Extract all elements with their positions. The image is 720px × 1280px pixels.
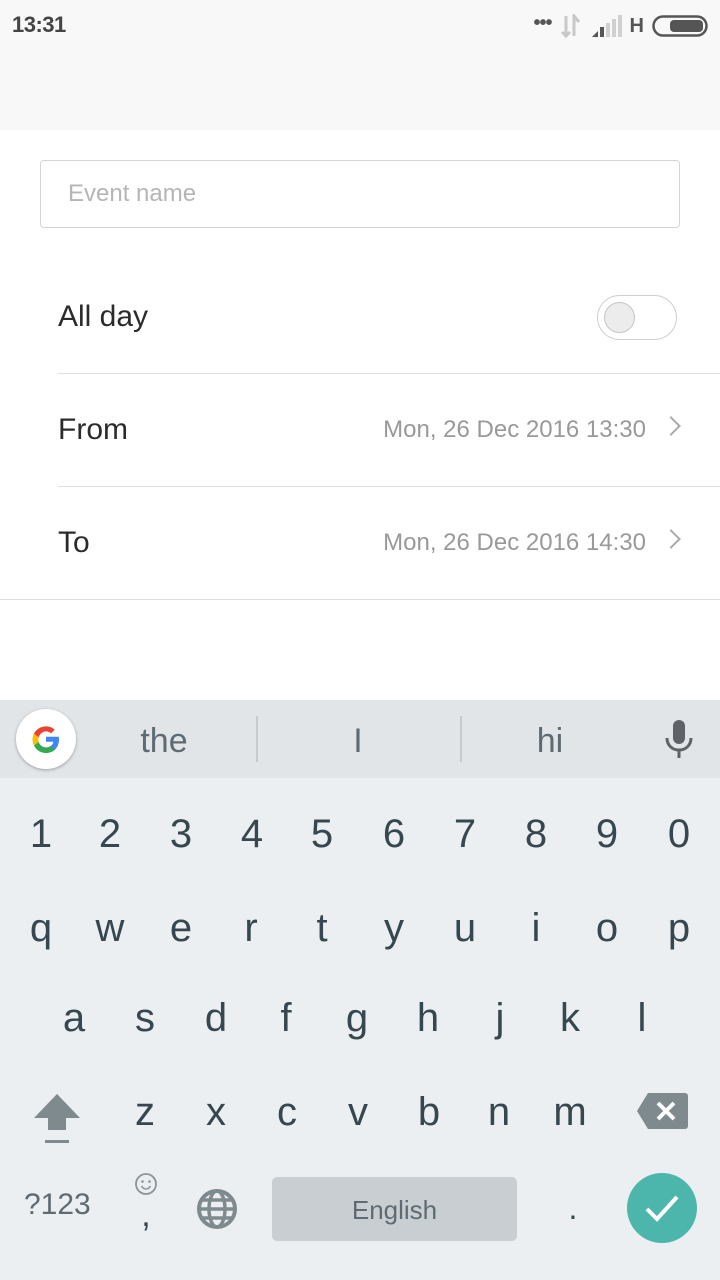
suggestion-bar: the I hi [0, 700, 720, 778]
from-datetime: Mon, 26 Dec 2016 13:30 [383, 416, 646, 443]
from-row[interactable]: From Mon, 26 Dec 2016 13:30 [58, 373, 720, 487]
google-button[interactable] [16, 709, 76, 769]
event-name-input[interactable] [40, 160, 680, 228]
number-key-9[interactable]: 9 [577, 812, 637, 857]
letter-key-m[interactable]: m [540, 1090, 600, 1135]
number-key-1[interactable]: 1 [11, 812, 71, 857]
all-day-toggle[interactable] [597, 295, 677, 340]
letter-key-k[interactable]: k [540, 996, 600, 1041]
checkmark-icon [645, 1195, 679, 1222]
number-key-2[interactable]: 2 [80, 812, 140, 857]
to-row[interactable]: To Mon, 26 Dec 2016 14:30 [0, 486, 720, 600]
letter-key-c[interactable]: c [257, 1090, 317, 1135]
status-icons: ••• H [533, 11, 708, 38]
letter-key-z[interactable]: z [115, 1090, 175, 1135]
suggestion-item[interactable]: the [80, 700, 248, 782]
letter-key-r[interactable]: r [221, 906, 281, 951]
shift-icon[interactable] [32, 1092, 82, 1148]
letter-key-w[interactable]: w [80, 906, 140, 951]
chevron-right-icon [661, 529, 681, 549]
letter-key-f[interactable]: f [256, 996, 316, 1041]
all-day-label: All day [58, 300, 149, 333]
letter-key-j[interactable]: j [470, 996, 530, 1041]
to-datetime: Mon, 26 Dec 2016 14:30 [383, 529, 646, 556]
status-time: 13:31 [12, 12, 66, 37]
emoji-icon [135, 1173, 157, 1195]
network-type: H [629, 14, 644, 37]
suggestion-item[interactable]: hi [464, 700, 636, 782]
letter-key-s[interactable]: s [115, 996, 175, 1041]
from-label: From [58, 413, 128, 446]
suggestion-divider [256, 716, 258, 762]
keyboard: the I hi 1234567890 qwertyuiop asdfghjkl zx… [0, 700, 720, 1280]
enter-button[interactable] [627, 1173, 697, 1243]
letter-key-x[interactable]: x [186, 1090, 246, 1135]
letter-key-u[interactable]: u [435, 906, 495, 951]
app-header [0, 52, 720, 130]
letter-key-v[interactable]: v [328, 1090, 388, 1135]
letter-key-i[interactable]: i [506, 906, 566, 951]
data-transfer-icon [560, 14, 580, 38]
more-notifications-icon: ••• [533, 11, 553, 34]
comma-key[interactable]: , [116, 1196, 176, 1235]
letter-key-d[interactable]: d [186, 996, 246, 1041]
letter-key-o[interactable]: o [577, 906, 637, 951]
number-key-5[interactable]: 5 [292, 812, 352, 857]
to-label: To [58, 526, 90, 559]
suggestion-item[interactable]: I [260, 700, 456, 782]
battery-icon [652, 15, 708, 37]
letter-key-a[interactable]: a [44, 996, 104, 1041]
space-key[interactable]: English [272, 1177, 517, 1241]
number-key-0[interactable]: 0 [649, 812, 709, 857]
globe-icon[interactable] [196, 1188, 238, 1230]
event-form: All day From Mon, 26 Dec 2016 13:30 To M… [0, 130, 720, 700]
letter-key-q[interactable]: q [11, 906, 71, 951]
symbols-key[interactable]: ?123 [24, 1188, 91, 1222]
number-key-6[interactable]: 6 [364, 812, 424, 857]
all-day-row[interactable]: All day [58, 260, 720, 374]
microphone-icon[interactable] [662, 718, 696, 760]
letter-key-t[interactable]: t [292, 906, 352, 951]
number-key-4[interactable]: 4 [222, 812, 282, 857]
google-icon [32, 726, 59, 753]
suggestion-divider [460, 716, 462, 762]
chevron-right-icon [661, 416, 681, 436]
letter-key-p[interactable]: p [649, 906, 709, 951]
status-bar: 13:31 ••• H [0, 0, 720, 52]
letter-key-g[interactable]: g [327, 996, 387, 1041]
letter-key-b[interactable]: b [399, 1090, 459, 1135]
number-key-3[interactable]: 3 [151, 812, 211, 857]
period-key[interactable]: . [543, 1190, 603, 1227]
letter-key-l[interactable]: l [612, 996, 672, 1041]
letter-key-y[interactable]: y [364, 906, 424, 951]
letter-key-n[interactable]: n [469, 1090, 529, 1135]
backspace-icon[interactable] [636, 1092, 688, 1130]
letter-key-h[interactable]: h [398, 996, 458, 1041]
letter-key-e[interactable]: e [151, 906, 211, 951]
toggle-knob [604, 302, 635, 333]
number-key-7[interactable]: 7 [435, 812, 495, 857]
number-key-8[interactable]: 8 [506, 812, 566, 857]
signal-icon [591, 15, 622, 37]
